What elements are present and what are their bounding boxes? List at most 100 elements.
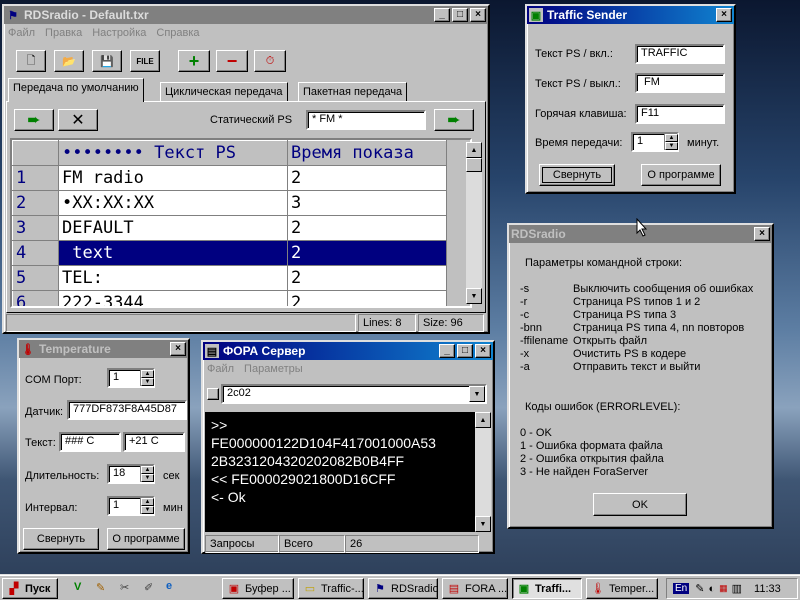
close-button[interactable]: × (470, 8, 486, 22)
fora-titlebar[interactable]: ▤ ФОРА Сервер _ □ × (203, 342, 493, 360)
about-button[interactable]: О программе (107, 528, 185, 550)
temperature-titlebar[interactable]: 🌡 Temperature × (19, 340, 188, 358)
quicklaunch-notepad-icon[interactable]: ✐ (144, 581, 153, 594)
menu-settings[interactable]: Настройка (92, 27, 146, 39)
display-time-cell[interactable]: 3 (287, 190, 447, 216)
ps-on-input[interactable]: TRAFFIC (635, 44, 725, 64)
maximize-button[interactable]: □ (452, 8, 468, 22)
clock[interactable]: 11:33 (754, 583, 781, 595)
scroll-down-arrow-icon[interactable]: ▼ (475, 516, 491, 532)
ps-text-cell[interactable]: FM radio (58, 165, 288, 191)
close-button[interactable]: × (475, 344, 491, 358)
main-titlebar[interactable]: ⚑ RDSradio - Default.txr _ □ × (4, 6, 488, 24)
minimize-button[interactable]: _ (439, 344, 455, 358)
scroll-down-arrow-icon[interactable]: ▼ (466, 288, 482, 304)
minimize-window-button[interactable]: Свернуть (23, 528, 99, 550)
new-file-button[interactable]: 🗋 (16, 50, 46, 72)
spin-down-icon[interactable]: ▼ (141, 506, 154, 514)
duration-stepper[interactable]: ▲ ▼ (664, 134, 678, 150)
taskbar-button-temperature[interactable]: 🌡 Temper... (586, 578, 658, 599)
taskbar-button-fora[interactable]: ▤ FORA ... (442, 578, 508, 599)
dropdown-arrow-icon[interactable]: ▼ (469, 386, 485, 402)
save-button[interactable]: 💾 (92, 50, 122, 72)
sensor-input[interactable]: 777DF873F8A45D87 (67, 400, 187, 420)
taskbar-button-rdsradio[interactable]: ⚑ RDSradio (368, 578, 438, 599)
minimize-window-button[interactable]: Свернуть (539, 164, 615, 186)
menu-help[interactable]: Справка (156, 27, 199, 39)
table-row[interactable]: 3 DEFAULT 2 (12, 215, 447, 241)
quicklaunch-pencil-icon[interactable]: ✎ (96, 581, 105, 594)
tab-default-transmission[interactable]: Передача по умолчанию (8, 78, 144, 102)
table-row-selected[interactable]: 4 text 2 (12, 240, 447, 266)
display-time-cell[interactable]: 2 (287, 240, 447, 266)
scroll-thumb[interactable] (466, 158, 482, 172)
file-button[interactable]: FILE (130, 50, 160, 72)
taskbar-button-clipboard[interactable]: ▣ Буфер ... (222, 578, 294, 599)
traffic-sender-titlebar[interactable]: ▣ Traffic Sender × (527, 6, 734, 24)
send-static-ps-button[interactable]: ➨ (434, 109, 474, 131)
table-row[interactable]: 6 222-3344 2 (12, 290, 447, 306)
ps-text-cell[interactable]: text (58, 240, 288, 266)
tray-volume-icon[interactable]: ◐ (708, 583, 715, 595)
add-button[interactable]: + (178, 50, 210, 72)
tab-cyclic-transmission[interactable]: Циклическая передача (160, 82, 288, 102)
menu-parameters[interactable]: Параметры (244, 363, 303, 375)
spin-down-icon[interactable]: ▼ (141, 474, 154, 482)
com-port-stepper[interactable]: ▲ ▼ (140, 370, 154, 386)
port-select[interactable]: 2c02 (221, 384, 487, 404)
header-ps-text[interactable]: •••••••• Текст PS (58, 140, 288, 166)
close-button[interactable]: × (716, 8, 732, 22)
spin-up-icon[interactable]: ▲ (141, 466, 154, 474)
table-row[interactable]: 2 •XX:XX:XX 3 (12, 190, 447, 216)
quicklaunch-tools-icon[interactable]: ✂ (120, 581, 129, 594)
ps-text-cell[interactable]: DEFAULT (58, 215, 288, 241)
ps-off-input[interactable]: FM (635, 73, 725, 93)
hotkey-input[interactable]: F11 (635, 104, 725, 124)
about-button[interactable]: О программе (641, 164, 721, 186)
open-folder-button[interactable]: 📂 (54, 50, 84, 72)
spin-up-icon[interactable]: ▲ (665, 134, 678, 142)
table-row[interactable]: 1 FM radio 2 (12, 165, 447, 191)
clear-button[interactable]: ✕ (58, 109, 98, 131)
console-vertical-scrollbar[interactable]: ▲ ▼ (475, 412, 491, 532)
header-display-time[interactable]: Время показа (287, 140, 447, 166)
menu-file[interactable]: Файл (207, 363, 234, 375)
table-row[interactable]: 5 TEL: 2 (12, 265, 447, 291)
language-indicator[interactable]: En (673, 583, 690, 594)
ps-text-cell[interactable]: •XX:XX:XX (58, 190, 288, 216)
display-time-cell[interactable]: 2 (287, 290, 447, 306)
taskbar-button-traffic-sender[interactable]: ▣ Traffi... (512, 578, 582, 599)
scroll-up-arrow-icon[interactable]: ▲ (475, 412, 491, 428)
ps-text-cell[interactable]: 222-3344 (58, 290, 288, 306)
duration-stepper[interactable]: ▲ ▼ (140, 466, 154, 482)
tray-tools-icon[interactable]: ✎ (695, 582, 704, 595)
spin-up-icon[interactable]: ▲ (141, 370, 154, 378)
grid-vertical-scrollbar[interactable]: ▲ ▼ (466, 142, 482, 304)
timer-button[interactable]: ⏱ (254, 50, 286, 72)
display-time-cell[interactable]: 2 (287, 265, 447, 291)
quicklaunch-ie-icon[interactable]: e (166, 580, 172, 592)
quicklaunch-antivirus-icon[interactable]: V (74, 581, 81, 593)
display-time-cell[interactable]: 2 (287, 165, 447, 191)
remove-button[interactable]: − (216, 50, 248, 72)
ps-text-cell[interactable]: TEL: (58, 265, 288, 291)
port-toggle-button[interactable] (207, 388, 219, 400)
minimize-button[interactable]: _ (434, 8, 450, 22)
static-ps-input[interactable]: * FM * (306, 110, 426, 130)
menu-file[interactable]: Файл (8, 27, 35, 39)
tab-batch-transmission[interactable]: Пакетная передача (298, 82, 408, 102)
menu-edit[interactable]: Правка (45, 27, 82, 39)
display-time-cell[interactable]: 2 (287, 215, 447, 241)
scroll-up-arrow-icon[interactable]: ▲ (466, 142, 482, 158)
spin-down-icon[interactable]: ▼ (141, 378, 154, 386)
text-input-1[interactable]: ### C (59, 432, 121, 452)
ok-button[interactable]: OK (593, 493, 687, 516)
taskbar-button-traffic-folder[interactable]: ▭ Traffic-... (298, 578, 364, 599)
tray-calendar-icon[interactable]: ▦ (719, 583, 728, 594)
close-button[interactable]: × (170, 342, 186, 356)
text-input-2[interactable]: +21 C (123, 432, 185, 452)
maximize-button[interactable]: □ (457, 344, 473, 358)
send-arrow-button[interactable]: ➨ (14, 109, 54, 131)
tray-screen-icon[interactable]: ▥ (732, 582, 742, 595)
spin-up-icon[interactable]: ▲ (141, 498, 154, 506)
